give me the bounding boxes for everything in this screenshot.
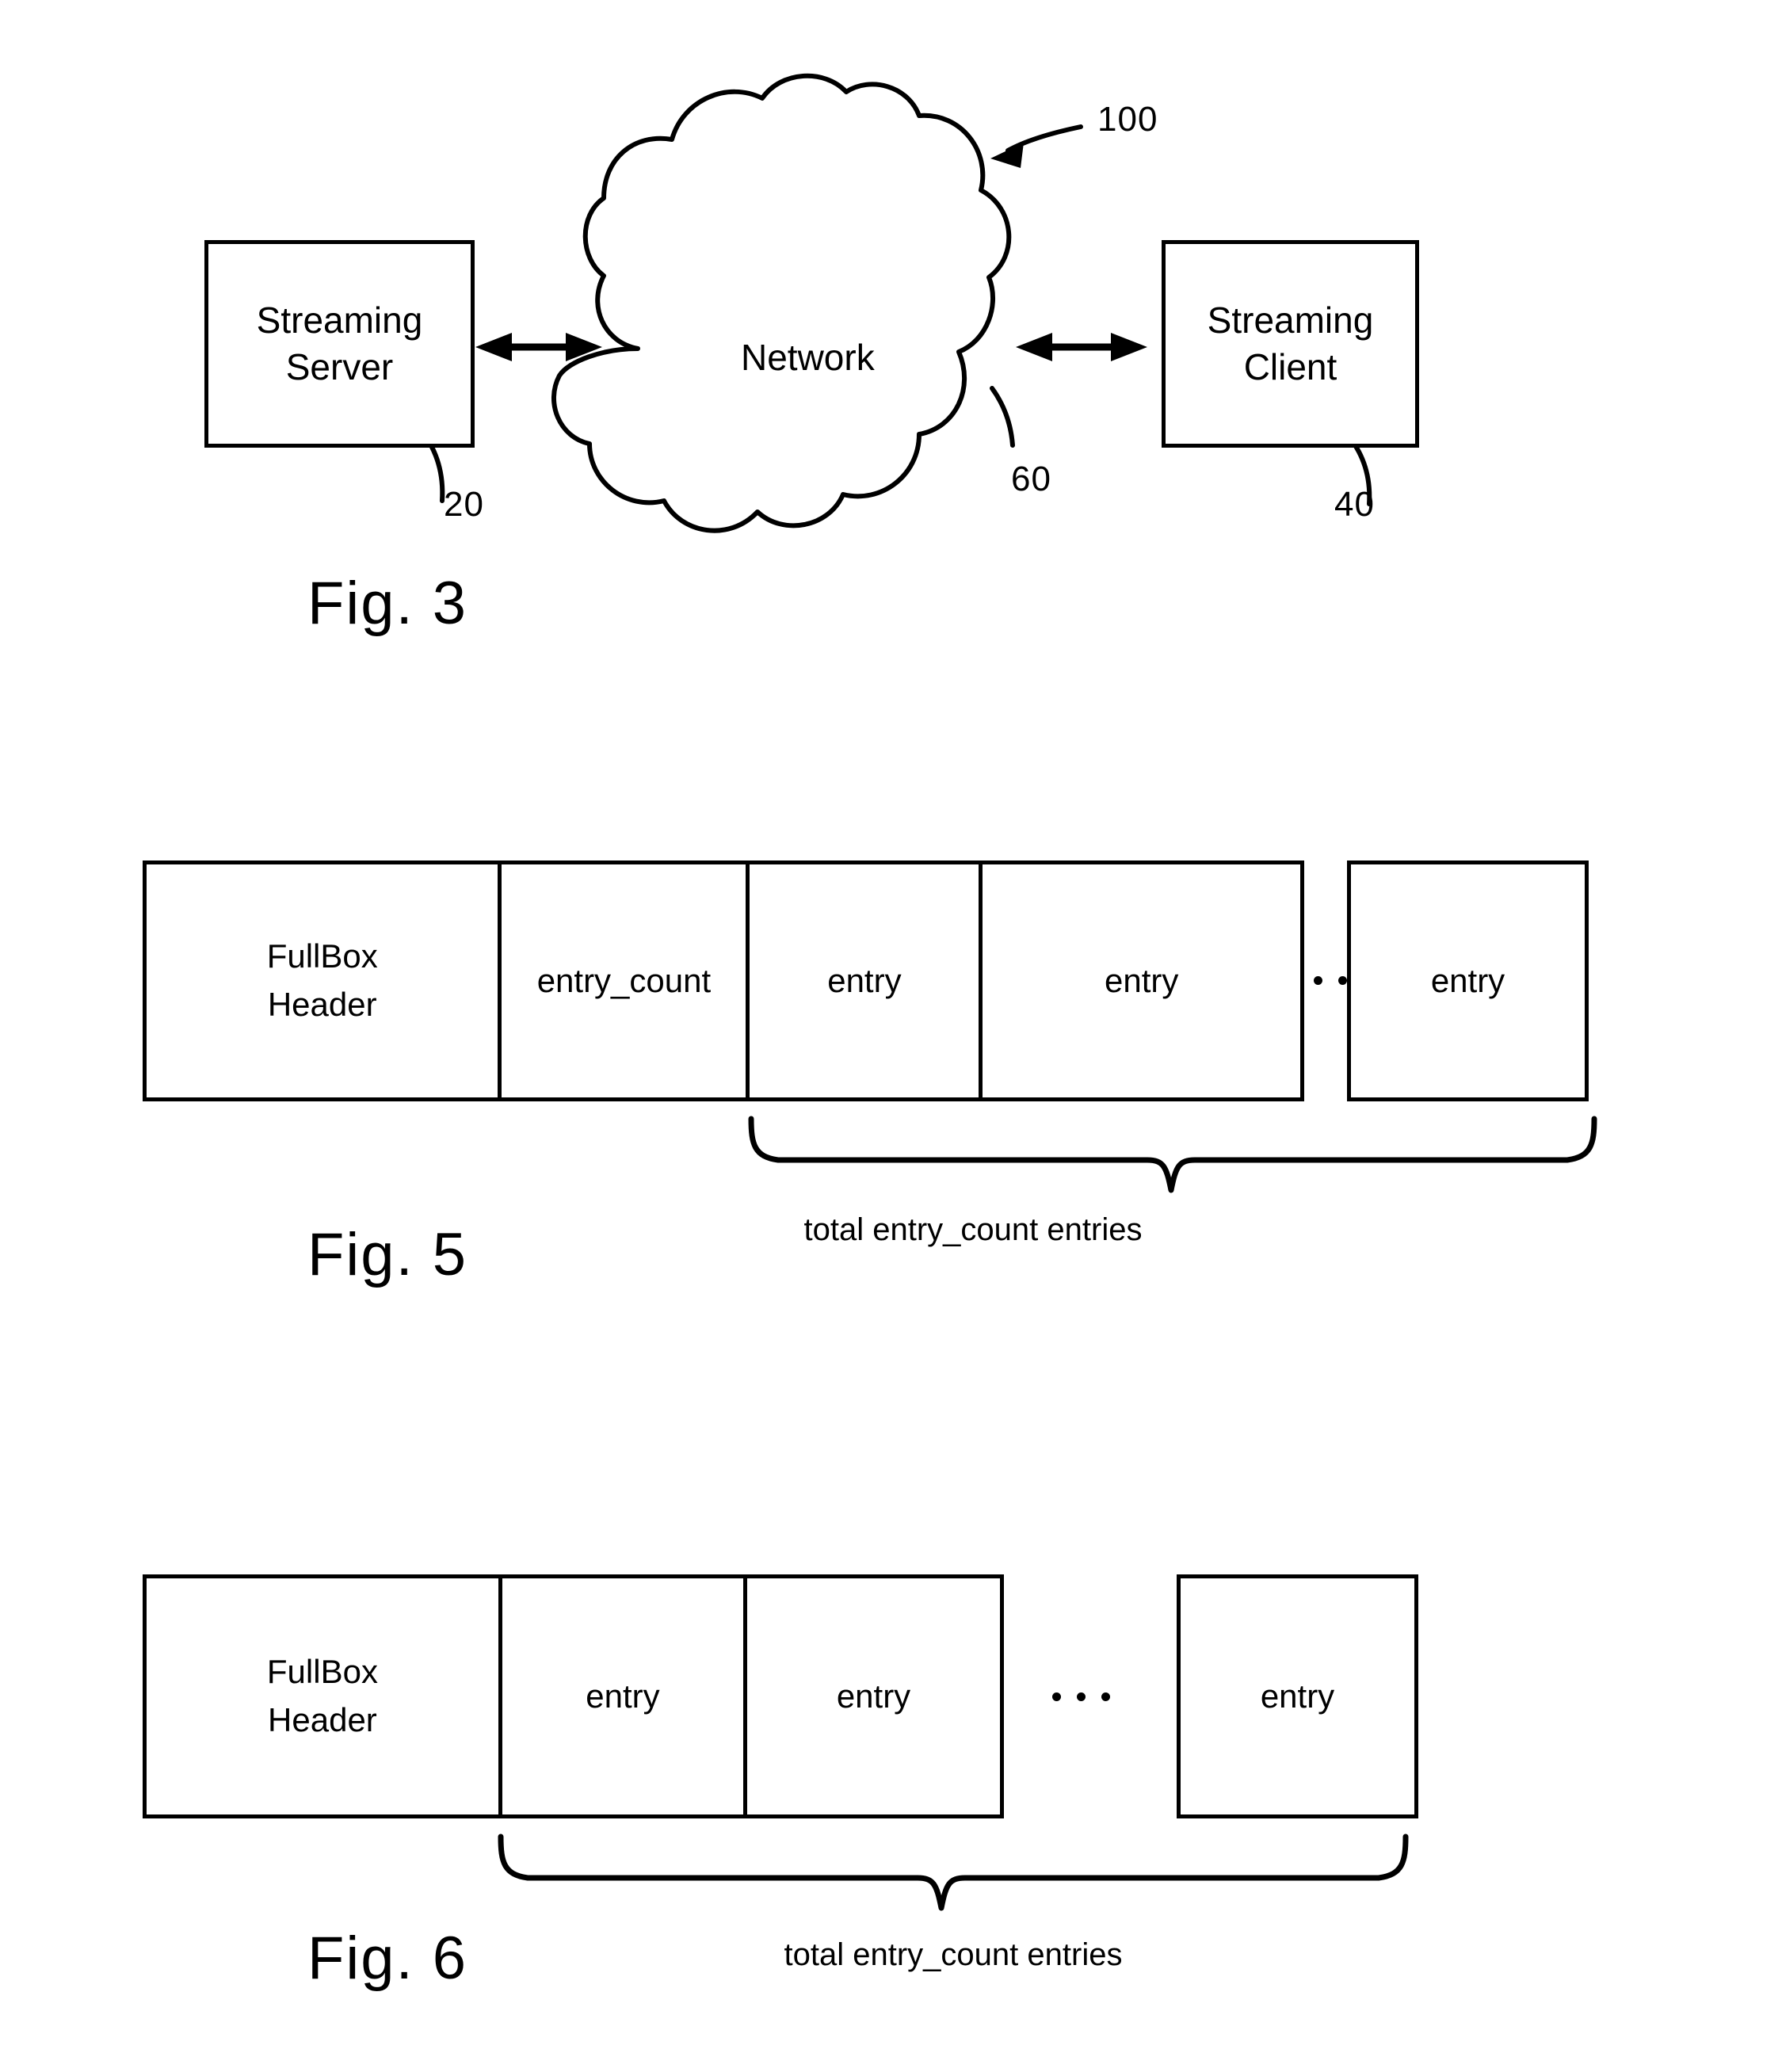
figure-5-brace (748, 1116, 1597, 1193)
figure-5: FullBox Header entry_count entry entry e… (0, 824, 1782, 1315)
figure-6-brace (498, 1834, 1409, 1911)
figure-3: Streaming Server Network Streaming Clien… (0, 0, 1782, 681)
figure-3-caption: Fig. 3 (307, 570, 468, 637)
streaming-client-label-line1: Streaming (1207, 300, 1374, 342)
figure-6-caption: Fig. 6 (307, 1925, 468, 1992)
system-ref-100: 100 (1097, 100, 1158, 139)
client-ref-40: 40 (1334, 485, 1375, 524)
patent-drawing-sheet: Streaming Server Network Streaming Clien… (0, 0, 1782, 2072)
streaming-server-label-line1: Streaming (256, 300, 423, 342)
network-cloud-shape (551, 73, 1012, 533)
network-label: Network (741, 337, 875, 378)
streaming-server-label-line2: Server (285, 346, 394, 387)
system-ref-leader (990, 124, 1083, 168)
streaming-server-box: Streaming Server (204, 240, 475, 448)
network-ref-leader (990, 386, 1015, 448)
streaming-client-label-line2: Client (1243, 346, 1337, 387)
figure-6: FullBox Header entry entry entry total e… (0, 1545, 1782, 2036)
figure-5-brace-label: total entry_count entries (803, 1212, 1143, 1247)
network-ref-60: 60 (1011, 460, 1051, 498)
streaming-client-box: Streaming Client (1162, 240, 1419, 448)
figure-6-brace-label: total entry_count entries (784, 1937, 1123, 1972)
network-client-arrow (1016, 333, 1147, 361)
figure-5-caption: Fig. 5 (307, 1221, 468, 1288)
server-ref-20: 20 (444, 485, 484, 524)
